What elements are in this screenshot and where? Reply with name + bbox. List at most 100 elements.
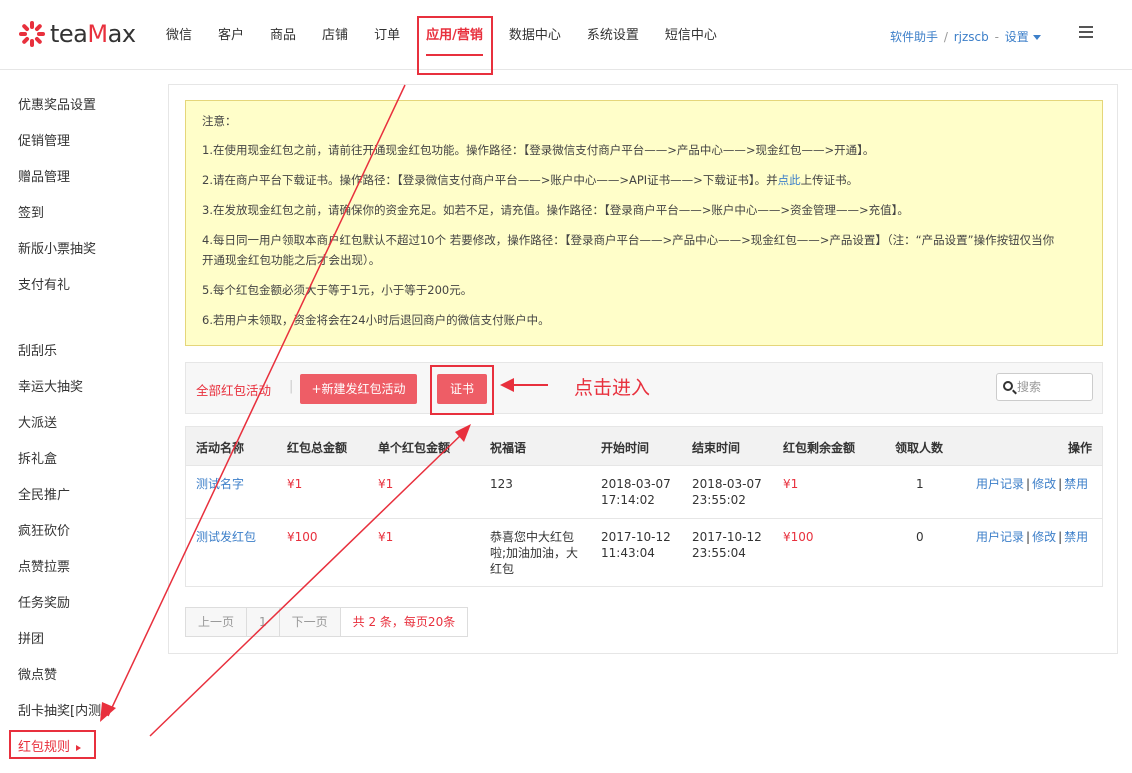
row-end: 2018-03-07 23:55:02 xyxy=(692,477,762,507)
sidebar-item-lucky-draw[interactable]: 幸运大抽奖 xyxy=(18,376,83,395)
table-header: 活动名称 红包总金额 单个红包金额 祝福语 开始时间 结束时间 红包剩余金额 领… xyxy=(186,427,1102,465)
notice-line-3: 3.在发放现金红包之前，请确保你的资金充足。如若不足，请充值。操作路径：【登录商… xyxy=(202,203,909,217)
col-end-time: 结束时间 xyxy=(692,441,741,455)
nav-orders[interactable]: 订单 xyxy=(374,0,400,70)
user-sep: / xyxy=(943,30,948,44)
sidebar-item-coupon-prizes[interactable]: 优惠奖品设置 xyxy=(18,94,96,113)
col-remaining: 红包剩余金额 xyxy=(783,441,856,455)
row-end: 2017-10-12 23:55:04 xyxy=(692,530,762,560)
notice-line-2: 2.请在商户平台下载证书。操作路径：【登录微信支付商户平台——>账户中心——>A… xyxy=(202,173,859,187)
sidebar-item-referral[interactable]: 全民推广 xyxy=(18,484,70,503)
nav-wechat[interactable]: 微信 xyxy=(166,0,192,70)
disable-link[interactable]: 禁用 xyxy=(1064,477,1088,491)
new-red-packet-button[interactable]: +新建发红包活动 xyxy=(300,374,417,404)
user-records-link[interactable]: 用户记录 xyxy=(976,477,1024,491)
top-header: teaMax 微信 客户 商品 店铺 订单 应用/营销 数据中心 系统设置 短信… xyxy=(0,0,1132,75)
col-start-time: 开始时间 xyxy=(601,441,650,455)
row-total: ¥1 xyxy=(287,477,303,491)
prev-page-button[interactable]: 上一页 xyxy=(186,608,248,636)
nav-products[interactable]: 商品 xyxy=(270,0,296,70)
page-number[interactable]: 1 xyxy=(247,608,280,636)
settings-dropdown[interactable]: 设置 xyxy=(1005,30,1029,44)
col-blessing: 祝福语 xyxy=(490,441,527,455)
sidebar-item-scratch-card-beta[interactable]: 刮卡抽奖[内测] xyxy=(18,700,104,719)
notice-box: 注意： 1.在使用现金红包之前，请前往开通现金红包功能。操作路径：【登录微信支付… xyxy=(185,100,1103,346)
row-actions: 用户记录 | 修改 | 禁用 xyxy=(976,530,1089,544)
sidebar-item-scratch[interactable]: 刮刮乐 xyxy=(18,340,57,359)
teamax-logo[interactable]: teaMax xyxy=(18,20,136,48)
search-box[interactable] xyxy=(996,373,1093,401)
row-start: 2017-10-12 11:43:04 xyxy=(601,530,671,560)
col-total-amount: 红包总金额 xyxy=(287,441,348,455)
nav-data-center[interactable]: 数据中心 xyxy=(509,0,561,70)
row-name[interactable]: 测试名字 xyxy=(196,476,244,492)
edit-link[interactable]: 修改 xyxy=(1032,477,1056,491)
caret-down-icon[interactable] xyxy=(1032,35,1041,40)
sidebar-item-micro-like[interactable]: 微点赞 xyxy=(18,664,57,683)
notice-line-4b: 开通现金红包功能之后才会出现）。 xyxy=(202,253,381,267)
col-claim-count: 领取人数 xyxy=(895,441,944,455)
activity-toolbar: 全部红包活动 | +新建发红包活动 证书 点击进入 xyxy=(185,362,1103,415)
sidebar-item-receipt-lottery[interactable]: 新版小票抽奖 xyxy=(18,238,96,257)
notice-line-4a: 4.每日同一用户领取本商户红包默认不超过10个 若要修改，操作路径：【登录商户平… xyxy=(202,233,1055,247)
sidebar-item-vote[interactable]: 点赞拉票 xyxy=(18,556,70,575)
sidebar-item-group-buy[interactable]: 拼团 xyxy=(18,628,44,647)
username[interactable]: rjzscb xyxy=(954,30,989,44)
sidebar-item-task-reward[interactable]: 任务奖励 xyxy=(18,592,70,611)
all-activities-tab[interactable]: 全部红包活动 xyxy=(196,380,271,399)
notice-line-5: 5.每个红包金额必须大于等于1元，小于等于200元。 xyxy=(202,283,473,297)
row-count: 1 xyxy=(916,477,924,491)
row-total: ¥100 xyxy=(287,530,318,544)
nav-system-settings[interactable]: 系统设置 xyxy=(587,0,639,70)
disable-link[interactable]: 禁用 xyxy=(1064,530,1088,544)
toolbar-separator: | xyxy=(289,379,294,394)
search-input[interactable] xyxy=(1017,378,1087,396)
table-row: 测试发红包 ¥100 ¥1 恭喜您中大红包 啦;加油加油，大 红包 2017-10-… xyxy=(186,518,1102,586)
notice-line-6: 6.若用户未领取，资金将会在24小时后退回商户的微信支付账户中。 xyxy=(202,313,550,327)
upload-cert-link[interactable]: 点此 xyxy=(778,173,801,187)
logo-wordmark: teaMax xyxy=(50,20,136,48)
sidebar-item-giveaway[interactable]: 大派送 xyxy=(18,412,57,431)
row-start: 2018-03-07 17:14:02 xyxy=(601,477,671,507)
col-single-amount: 单个红包金额 xyxy=(378,441,451,455)
sidebar-item-red-packet-rules[interactable]: 红包规则 xyxy=(18,736,82,755)
pagination: 上一页 1 下一页 共 2 条，每页20条 xyxy=(185,607,469,637)
user-menu: 软件助手 / rjzscb - 设置 xyxy=(890,28,1041,45)
row-name[interactable]: 测试发红包 xyxy=(196,529,256,545)
sidebar-item-checkin[interactable]: 签到 xyxy=(18,202,44,221)
nav-customers[interactable]: 客户 xyxy=(218,0,244,70)
row-blessing: 123 xyxy=(490,477,513,491)
row-actions: 用户记录 | 修改 | 禁用 xyxy=(976,477,1089,491)
red-packet-table: 活动名称 红包总金额 单个红包金额 祝福语 开始时间 结束时间 红包剩余金额 领… xyxy=(185,426,1103,587)
triangle-right-icon xyxy=(76,744,82,751)
software-helper-link[interactable]: 软件助手 xyxy=(890,30,938,44)
next-page-button[interactable]: 下一页 xyxy=(279,608,341,636)
click-to-enter-annotation: 点击进入 xyxy=(574,377,651,399)
certificate-button[interactable]: 证书 xyxy=(437,374,487,404)
col-activity-name: 活动名称 xyxy=(196,441,245,455)
notice-title: 注意： xyxy=(202,114,237,128)
hamburger-menu-icon[interactable] xyxy=(1079,26,1093,38)
sidebar-item-promotions[interactable]: 促销管理 xyxy=(18,130,70,149)
notice-line-1: 1.在使用现金红包之前，请前往开通现金红包功能。操作路径：【登录微信支付商户平台… xyxy=(202,143,875,157)
nav-highlight-box xyxy=(417,16,493,75)
sidebar-item-payment-gift[interactable]: 支付有礼 xyxy=(18,274,70,293)
edit-link[interactable]: 修改 xyxy=(1032,530,1056,544)
row-remaining: ¥100 xyxy=(783,530,814,544)
search-icon xyxy=(1003,381,1013,391)
main-panel: 注意： 1.在使用现金红包之前，请前往开通现金红包功能。操作路径：【登录微信支付… xyxy=(168,84,1118,654)
col-actions: 操作 xyxy=(1068,441,1093,455)
pagination-info: 共 2 条，每页20条 xyxy=(340,608,468,636)
row-blessing: 恭喜您中大红包 啦;加油加油，大 红包 xyxy=(490,530,579,576)
sidebar-item-bargain[interactable]: 疯狂砍价 xyxy=(18,520,70,539)
sidebar-item-gift-box[interactable]: 拆礼盒 xyxy=(18,448,57,467)
user-dash: - xyxy=(994,30,999,44)
flower-logo-icon xyxy=(19,21,45,47)
user-records-link[interactable]: 用户记录 xyxy=(976,530,1024,544)
row-single: ¥1 xyxy=(378,477,394,491)
row-single: ¥1 xyxy=(378,530,394,544)
sidebar-item-gifts[interactable]: 赠品管理 xyxy=(18,166,70,185)
row-count: 0 xyxy=(916,530,924,544)
nav-stores[interactable]: 店铺 xyxy=(322,0,348,70)
nav-sms-center[interactable]: 短信中心 xyxy=(665,0,717,70)
